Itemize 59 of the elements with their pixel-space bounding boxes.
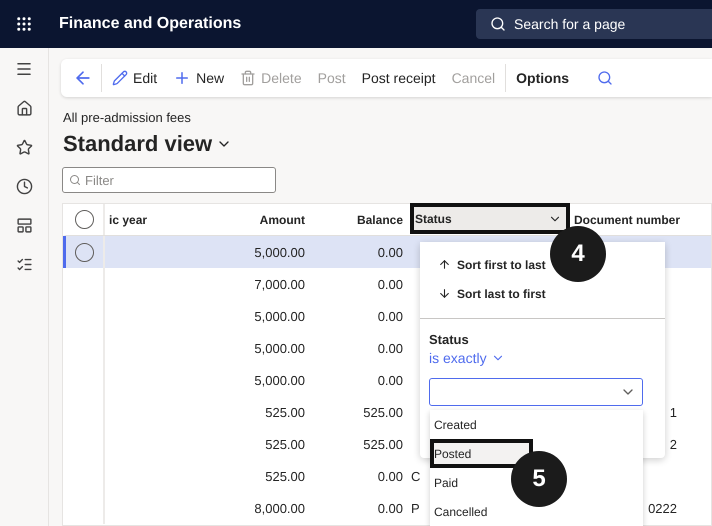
arrow-down-icon — [438, 287, 451, 300]
search-field[interactable]: Search for a page — [476, 9, 712, 39]
app-launcher-icon — [15, 15, 33, 33]
app-title: Finance and Operations — [59, 15, 242, 33]
column-header[interactable]: Balance — [309, 212, 407, 226]
table-cell-text: 5,000.00 — [253, 340, 306, 356]
table-cell-text: 525.00 — [362, 404, 404, 420]
table-cell: C — [411, 468, 420, 484]
row-radio[interactable] — [75, 242, 94, 262]
table-cell-text: 525.00 — [264, 436, 306, 452]
table-cell: 2 — [670, 436, 677, 452]
toolbar-button[interactable]: New — [167, 65, 230, 91]
column-header[interactable]: Document number — [570, 212, 710, 226]
table-cell-text: 0.00 — [376, 468, 404, 484]
trash-icon — [240, 70, 256, 86]
home-icon — [16, 100, 32, 117]
table-cell-text: 525.00 — [264, 468, 306, 484]
dropdown-option[interactable]: Paid — [434, 476, 458, 490]
value-dropdown[interactable] — [429, 378, 643, 406]
dropdown-option[interactable]: Cancelled — [434, 504, 488, 518]
list-icon — [16, 256, 32, 273]
column-header[interactable]: Status — [410, 203, 570, 234]
search-icon — [490, 16, 506, 32]
column-header[interactable]: Amount — [225, 212, 309, 226]
toolbar-button[interactable]: Edit — [106, 66, 164, 90]
table-cell-text: 7,000.00 — [253, 276, 306, 292]
table-cell-text: 525.00 — [264, 404, 306, 420]
operator-dropdown[interactable]: is exactly — [429, 350, 505, 366]
workspace-icon — [16, 217, 32, 234]
table-cell-text: 525.00 — [362, 436, 404, 452]
table-cell-text: 0.00 — [376, 308, 404, 324]
table-cell-text: 5,000.00 — [253, 244, 306, 260]
table-cell-text: 0.00 — [376, 340, 404, 356]
table-cell-text: 0.00 — [376, 276, 404, 292]
toolbar-button[interactable]: Post receipt — [356, 66, 442, 90]
table-cell: 0222 — [648, 500, 677, 516]
menu-icon — [15, 60, 33, 78]
options-tab[interactable]: Options — [510, 66, 576, 90]
arrow-up-icon — [438, 258, 451, 271]
breadcrumb: All pre-admission fees — [63, 110, 192, 125]
table-cell: 1 — [670, 404, 677, 420]
table-cell-text: 8,000.00 — [253, 500, 306, 516]
dropdown-option[interactable]: Created — [434, 418, 477, 432]
filter-label: Status — [429, 332, 470, 347]
select-all-radio[interactable] — [75, 210, 94, 229]
dropdown-option[interactable]: Posted — [434, 446, 472, 460]
table-cell: P — [411, 500, 420, 516]
table-cell-text: 0.00 — [376, 500, 404, 516]
star-icon — [16, 139, 32, 156]
view-selector[interactable]: Standard view — [63, 131, 712, 157]
column-header[interactable]: ic year — [105, 212, 225, 226]
search-icon — [69, 174, 81, 186]
clock-icon — [16, 178, 32, 195]
filter-field[interactable]: Filter — [62, 167, 276, 193]
table-cell-text: 5,000.00 — [253, 308, 306, 324]
pencil-icon — [112, 70, 128, 86]
table-cell-text: 0.00 — [376, 372, 404, 388]
table-cell-text: 5,000.00 — [253, 372, 306, 388]
table-cell-text: 0.00 — [376, 244, 404, 260]
